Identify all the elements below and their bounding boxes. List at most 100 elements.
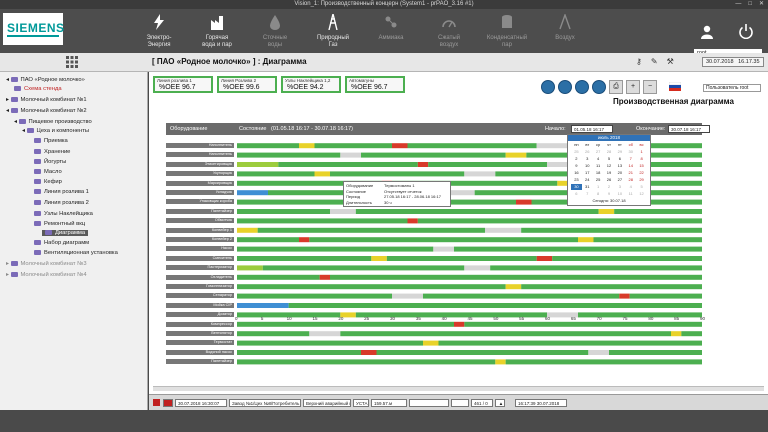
state-segment[interactable] (237, 340, 423, 346)
calendar-day[interactable]: 4 (593, 156, 604, 162)
state-segment[interactable] (428, 162, 547, 167)
state-segment[interactable] (299, 237, 310, 243)
calendar-day[interactable]: 11 (625, 191, 636, 197)
state-segment[interactable] (330, 274, 702, 280)
calendar-day[interactable]: 1 (593, 184, 604, 190)
state-segment[interactable] (505, 152, 527, 158)
state-segment[interactable] (516, 199, 532, 205)
minimize-icon[interactable]: — (735, 0, 741, 9)
calendar-day[interactable]: 5 (636, 184, 647, 190)
state-segment[interactable] (593, 237, 703, 243)
tree-item[interactable]: Диаграмма (42, 230, 89, 237)
tree-item[interactable]: Йогурты (34, 159, 66, 165)
tree-item[interactable]: Приемка (34, 138, 68, 144)
calendar-day[interactable]: 25 (571, 149, 582, 155)
tree-item[interactable]: ◂ Цеха и компоненты (22, 128, 89, 134)
power-icon[interactable] (738, 23, 754, 39)
nav-item-2[interactable]: Сточные воды (246, 9, 304, 53)
state-segment[interactable] (340, 152, 361, 158)
state-segment[interactable] (237, 284, 506, 290)
tree-item[interactable]: ◂ Молочный комбинат №2 (6, 108, 87, 114)
state-segment[interactable] (262, 265, 465, 271)
calendar-day[interactable]: 31 (582, 184, 593, 190)
calendar-day[interactable]: 26 (604, 177, 615, 183)
state-segment[interactable] (609, 350, 702, 355)
tree-item[interactable]: Узлы Наклейщика (34, 211, 93, 217)
maximize-icon[interactable]: □ (748, 0, 752, 9)
calendar-day[interactable]: 27 (614, 177, 625, 183)
lock-icon[interactable] (558, 80, 572, 94)
state-segment[interactable] (485, 227, 522, 233)
state-segment[interactable] (237, 359, 496, 365)
state-segment[interactable] (237, 256, 372, 261)
key-icon[interactable]: ⚷ (636, 57, 642, 66)
calendar-day[interactable]: 11 (593, 163, 604, 169)
calendar-day[interactable]: 21 (625, 170, 636, 176)
start-date-field[interactable]: 01.05.18 16:17 (571, 125, 613, 133)
state-segment[interactable] (588, 350, 609, 355)
state-segment[interactable] (417, 162, 429, 167)
calendar-day[interactable]: 17 (582, 170, 593, 176)
alarm-scroll-up-icon[interactable]: ▲ (495, 399, 505, 407)
calendar-day[interactable]: 30 (571, 184, 582, 190)
state-segment[interactable] (671, 331, 682, 337)
russian-flag-icon[interactable] (669, 82, 681, 91)
expand-toggle-icon[interactable]: ◂ (14, 119, 19, 125)
state-segment[interactable] (237, 350, 361, 355)
state-segment[interactable] (371, 256, 387, 261)
state-segment[interactable] (340, 331, 671, 337)
nav-item-5[interactable]: Сжатый воздух (420, 9, 478, 53)
calendar-day[interactable]: 30 (625, 149, 636, 155)
tree-item[interactable]: ▸ Молочный комбинат №3 (6, 261, 87, 267)
calendar-day[interactable]: 15 (636, 163, 647, 169)
calendar-day[interactable]: 4 (625, 184, 636, 190)
tree-item[interactable]: Линия розлива 2 (34, 200, 89, 206)
zoom-out-icon[interactable]: − (643, 80, 657, 94)
expand-toggle-icon[interactable]: ◂ (6, 108, 11, 114)
state-segment[interactable] (619, 293, 630, 299)
print-icon[interactable] (592, 80, 606, 94)
state-segment[interactable] (309, 331, 341, 337)
state-segment[interactable] (376, 350, 589, 355)
state-segment[interactable] (319, 274, 330, 280)
state-segment[interactable] (278, 162, 418, 167)
nav-item-7[interactable]: Воздух (536, 9, 594, 53)
state-segment[interactable] (237, 293, 392, 299)
state-segment[interactable] (237, 321, 454, 327)
kpi-box[interactable]: Линия Розлива 2 %OEE 99.6 (217, 76, 277, 93)
calendar-day[interactable]: 7 (582, 191, 593, 197)
expand-toggle-icon[interactable]: ◂ (22, 128, 27, 134)
expand-toggle-icon[interactable]: ▸ (6, 97, 11, 103)
zoom-in-icon[interactable]: + (626, 80, 640, 94)
document-icon[interactable]: ⎙ (609, 80, 623, 94)
tree-item[interactable]: Набор диаграмм (34, 240, 89, 246)
tree-item[interactable]: Масло (34, 169, 62, 175)
state-segment[interactable] (330, 171, 465, 177)
state-segment[interactable] (309, 237, 578, 243)
app-grid-icon[interactable] (66, 56, 78, 68)
tree-item[interactable]: Ремонтный вкц (34, 221, 85, 227)
state-segment[interactable] (392, 143, 408, 149)
calendar-day[interactable]: 19 (604, 170, 615, 176)
calendar-day[interactable]: 1 (636, 149, 647, 155)
tree-item[interactable]: Хранение (34, 149, 70, 155)
state-segment[interactable] (547, 162, 568, 167)
calendar-day[interactable]: 28 (604, 149, 615, 155)
end-date-field[interactable]: 30.07.18 16:17 (668, 125, 710, 133)
calendar-day[interactable]: 29 (614, 149, 625, 155)
state-segment[interactable] (423, 293, 620, 299)
state-segment[interactable] (464, 321, 702, 327)
tree-item[interactable]: ◂ Пищевое производство (14, 119, 92, 125)
tree-item[interactable]: Линия розлива 1 (34, 189, 89, 195)
tree-item[interactable]: Вентиляционная установка (34, 250, 118, 256)
calendar-day[interactable]: 13 (614, 163, 625, 169)
expand-toggle-icon[interactable]: ▸ (6, 261, 11, 267)
calendar-day[interactable]: 2 (604, 184, 615, 190)
calendar-day[interactable]: 10 (614, 191, 625, 197)
state-segment[interactable] (433, 246, 454, 252)
close-icon[interactable]: ✕ (759, 0, 764, 9)
state-segment[interactable] (237, 199, 351, 205)
state-segment[interactable] (237, 227, 258, 233)
wrench-icon[interactable]: ✎ (651, 57, 658, 66)
state-segment[interactable] (237, 274, 320, 280)
